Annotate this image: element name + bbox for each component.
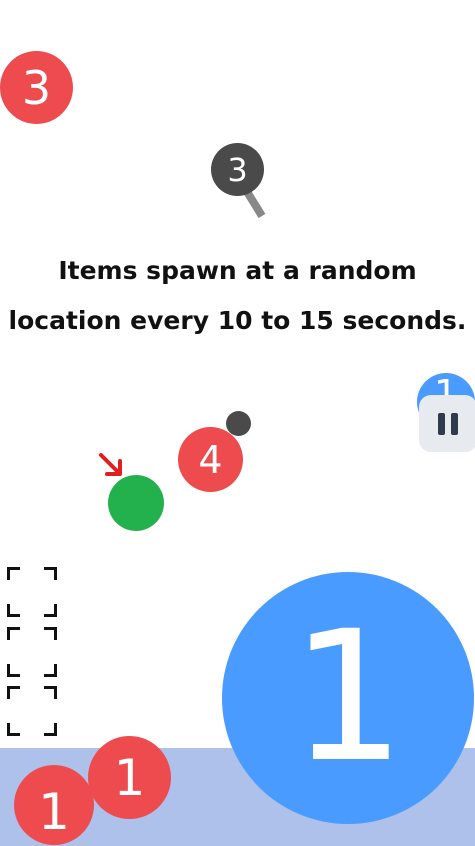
magnifier-count-badge: 3 — [211, 143, 264, 196]
pause-button[interactable] — [419, 395, 475, 452]
big-blue-counter-item[interactable]: 1 — [222, 572, 474, 824]
inventory-slot[interactable] — [7, 627, 57, 677]
corner-bracket-icon — [7, 664, 20, 677]
inventory-slot[interactable] — [7, 567, 57, 617]
corner-bracket-icon — [44, 723, 57, 736]
corner-bracket-icon — [44, 686, 57, 699]
item-count: 3 — [227, 150, 248, 189]
tutorial-message: Items spawn at a random location every 1… — [0, 246, 475, 346]
item-count: 3 — [21, 60, 52, 115]
arrow-down-right-icon — [99, 453, 122, 476]
red-counter-item[interactable]: 4 — [178, 427, 243, 492]
item-count: 1 — [290, 593, 406, 802]
tutorial-line: location every 10 to 15 seconds. — [8, 306, 467, 335]
corner-bracket-icon — [7, 723, 20, 736]
corner-bracket-icon — [7, 627, 20, 640]
item-count: 1 — [38, 783, 70, 841]
player-ball[interactable] — [108, 475, 164, 531]
corner-bracket-icon — [7, 686, 20, 699]
item-count: 1 — [113, 748, 146, 807]
corner-bracket-icon — [44, 664, 57, 677]
red-counter-item[interactable]: 1 — [14, 765, 94, 845]
inventory-slot[interactable] — [7, 686, 57, 736]
pause-icon — [451, 412, 458, 435]
pause-icon — [438, 412, 445, 435]
corner-bracket-icon — [44, 567, 57, 580]
corner-bracket-icon — [7, 567, 20, 580]
corner-bracket-icon — [44, 604, 57, 617]
item-count: 4 — [198, 437, 223, 482]
corner-bracket-icon — [44, 627, 57, 640]
red-counter-item[interactable]: 3 — [0, 51, 73, 124]
dark-dot-item[interactable] — [226, 411, 251, 436]
corner-bracket-icon — [7, 604, 20, 617]
tutorial-line: Items spawn at a random — [58, 256, 417, 285]
magnifier-item[interactable]: 3 — [206, 140, 272, 224]
red-counter-item[interactable]: 1 — [88, 736, 171, 819]
